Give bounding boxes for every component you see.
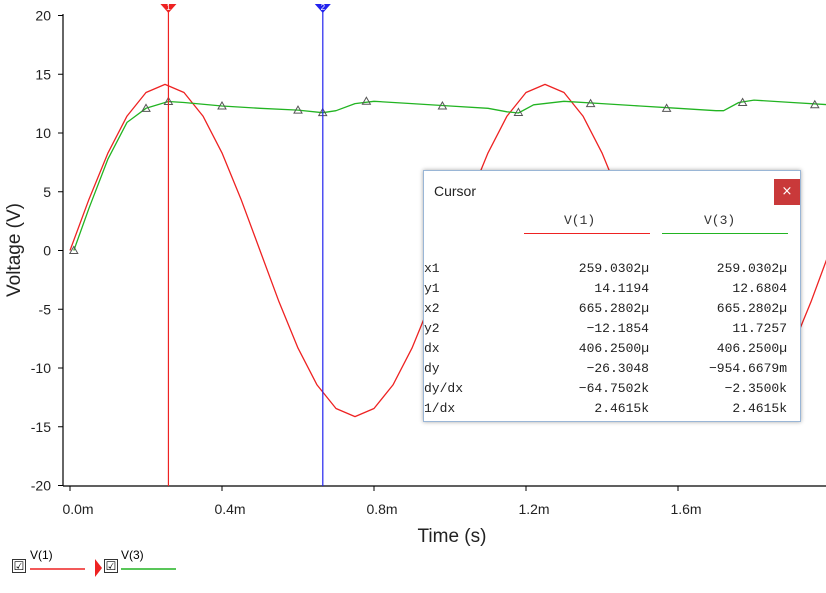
value-v1: 665.2802µ — [578, 301, 649, 316]
y-tick-label: 10 — [35, 125, 51, 141]
column-color-line-v1 — [524, 233, 650, 234]
y-tick-label: -15 — [31, 419, 51, 435]
cursor-row-x1: x1 259.0302µ 259.0302µ — [424, 259, 787, 279]
y-tick-label: -10 — [31, 360, 51, 376]
y-tick-label: 5 — [43, 184, 51, 200]
x-tick-label: 1.2m — [518, 501, 549, 517]
value-v3: 665.2802µ — [716, 301, 787, 316]
row-label: dx — [424, 341, 440, 356]
value-v1: 406.2500µ — [578, 341, 649, 356]
y-tick-label: -20 — [31, 478, 51, 494]
column-color-line-v3 — [662, 233, 788, 234]
checkbox-v3[interactable]: ☑ — [104, 559, 118, 573]
y-tick-label: -5 — [39, 301, 52, 317]
cursor-row-y2: y2 −12.1854 11.7257 — [424, 319, 787, 339]
row-label: 1/dx — [424, 401, 456, 416]
column-header-v1: V(1) — [564, 213, 596, 228]
cursor-row-dy: dy −26.3048 −954.6679m — [424, 359, 787, 379]
cursor-row-y1: y1 14.1194 12.6804 — [424, 279, 787, 299]
cursor-panel[interactable]: Cursor × V(1) V(3) x1 259.0302µ 259.0302µ y… — [423, 170, 801, 422]
data-point-marker — [361, 96, 372, 105]
row-label: dy/dx — [424, 381, 464, 396]
value-v3: 12.6804 — [732, 281, 787, 296]
cursor-handle-label-2: 2 — [321, 3, 326, 12]
row-label: x2 — [424, 301, 440, 316]
value-v1: 259.0302µ — [578, 261, 649, 276]
close-button[interactable]: × — [774, 179, 800, 205]
value-v1: −26.3048 — [586, 361, 649, 376]
value-v1: −64.7502k — [578, 381, 649, 396]
x-tick-label: 0.4m — [214, 501, 245, 517]
row-label: y2 — [424, 321, 440, 336]
row-label: dy — [424, 361, 440, 376]
x-tick-label: 0.0m — [62, 501, 93, 517]
y-tick-label: 15 — [35, 66, 51, 82]
row-label: y1 — [424, 281, 440, 296]
y-axis-label: Voltage (V) — [4, 203, 25, 297]
cursor-panel-title: Cursor — [434, 183, 477, 199]
value-v3: 259.0302µ — [716, 261, 787, 276]
cursor-marker-icon — [95, 559, 102, 577]
value-v3: 11.7257 — [732, 321, 787, 336]
legend-swatch-v3 — [121, 568, 176, 570]
legend-swatch-v1 — [30, 568, 85, 570]
cursor-row-dy-dx: dy/dx −64.7502k −2.3500k — [424, 379, 787, 399]
x-axis-label: Time (s) — [418, 526, 487, 547]
value-v3: 2.4615k — [732, 401, 787, 416]
value-v1: 14.1194 — [594, 281, 649, 296]
value-v3: −954.6679m — [708, 361, 787, 376]
y-tick-label: 20 — [35, 8, 51, 24]
value-v1: −12.1854 — [586, 321, 649, 336]
row-label: x1 — [424, 261, 440, 276]
checkbox-v1[interactable]: ☑ — [12, 559, 26, 573]
value-v3: −2.3500k — [724, 381, 787, 396]
value-v1: 2.4615k — [594, 401, 649, 416]
cursor-row-dx: dx 406.2500µ 406.2500µ — [424, 339, 787, 359]
cursor-handle-label-1: 1 — [166, 3, 171, 12]
value-v3: 406.2500µ — [716, 341, 787, 356]
cursor-values-table: x1 259.0302µ 259.0302µ y1 14.1194 12.6804 x2 66… — [424, 259, 787, 419]
cursor-row-x2: x2 665.2802µ 665.2802µ — [424, 299, 787, 319]
y-tick-label: 0 — [43, 243, 51, 259]
x-tick-label: 0.8m — [366, 501, 397, 517]
cursor-row-1-dx: 1/dx 2.4615k 2.4615k — [424, 399, 787, 419]
x-tick-label: 1.6m — [670, 501, 701, 517]
column-header-v3: V(3) — [704, 213, 736, 228]
